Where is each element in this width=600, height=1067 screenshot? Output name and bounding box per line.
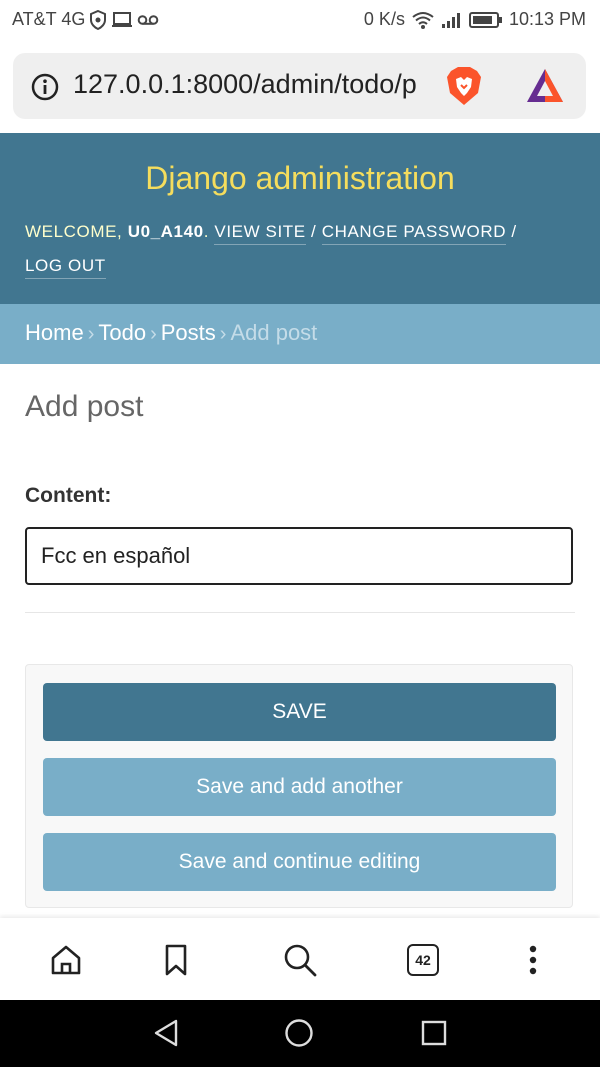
log-out-link[interactable]: LOG OUT (25, 256, 106, 279)
carrier-text: AT&T 4G (12, 9, 86, 29)
separator: / (506, 222, 517, 241)
view-site-link[interactable]: VIEW SITE (214, 222, 306, 245)
breadcrumb-separator: › (219, 323, 227, 345)
site-branding[interactable]: Django administration (0, 160, 600, 197)
breadcrumb-posts[interactable]: Posts (161, 320, 216, 345)
net-speed-text: 0 K/s (363, 9, 405, 29)
android-nav-bar (0, 1000, 600, 1067)
welcome-text: WELCOME, (25, 222, 128, 241)
laptop-icon (111, 11, 133, 29)
content-label: Content: (25, 484, 112, 507)
django-header: Django administration WELCOME, U0_A140. … (0, 133, 600, 304)
content-input[interactable] (25, 527, 573, 585)
shield-icon (89, 9, 107, 30)
user-tools: WELCOME, U0_A140. VIEW SITE / CHANGE PAS… (25, 215, 575, 283)
breadcrumb-home[interactable]: Home (25, 320, 84, 345)
page-title: Add post (25, 390, 144, 423)
bookmark-icon[interactable] (156, 940, 196, 980)
home-icon[interactable] (46, 940, 86, 980)
breadcrumb-todo[interactable]: Todo (98, 320, 146, 345)
divider (25, 612, 575, 613)
breadcrumb-separator: › (87, 323, 95, 345)
separator: / (305, 222, 322, 241)
time-text: 10:13 PM (508, 9, 586, 29)
save-and-continue-button[interactable]: Save and continue editing (43, 833, 556, 891)
breadcrumb-current: Add post (230, 320, 318, 345)
info-icon[interactable] (31, 73, 59, 106)
wifi-icon (411, 10, 435, 30)
tab-count: 42 (407, 944, 439, 976)
username: U0_A140 (127, 222, 204, 241)
breadcrumb: Home › Todo › Posts › Add post (0, 304, 600, 364)
browser-toolbar: 127.0.0.1:8000/admin/todo/p (0, 40, 600, 133)
tabs-button[interactable]: 42 (403, 940, 443, 980)
signal-icon (441, 11, 463, 29)
brave-rewards-icon[interactable] (525, 67, 565, 110)
recents-icon[interactable] (420, 1018, 448, 1053)
browser-bottom-bar: 42 (0, 918, 600, 1000)
save-and-add-another-button[interactable]: Save and add another (43, 758, 556, 816)
submit-row: SAVE Save and add another Save and conti… (25, 664, 573, 908)
save-button[interactable]: SAVE (43, 683, 556, 741)
status-bar: AT&T 4G 0 K/s 10:13 PM (0, 0, 600, 40)
home-circle-icon[interactable] (284, 1018, 314, 1053)
change-password-link[interactable]: CHANGE PASSWORD (321, 222, 507, 245)
address-bar[interactable]: 127.0.0.1:8000/admin/todo/p (13, 53, 586, 119)
url-text[interactable]: 127.0.0.1:8000/admin/todo/p (73, 69, 445, 100)
status-right: 0 K/s 10:13 PM (364, 9, 586, 30)
more-icon[interactable] (513, 940, 553, 980)
battery-icon (468, 11, 503, 29)
brave-lion-icon[interactable] (445, 65, 483, 112)
back-icon[interactable] (152, 1018, 180, 1053)
period: . (203, 222, 215, 241)
search-icon[interactable] (280, 940, 320, 980)
status-left: AT&T 4G (12, 9, 159, 30)
breadcrumb-separator: › (150, 323, 157, 345)
voicemail-icon (137, 13, 159, 27)
